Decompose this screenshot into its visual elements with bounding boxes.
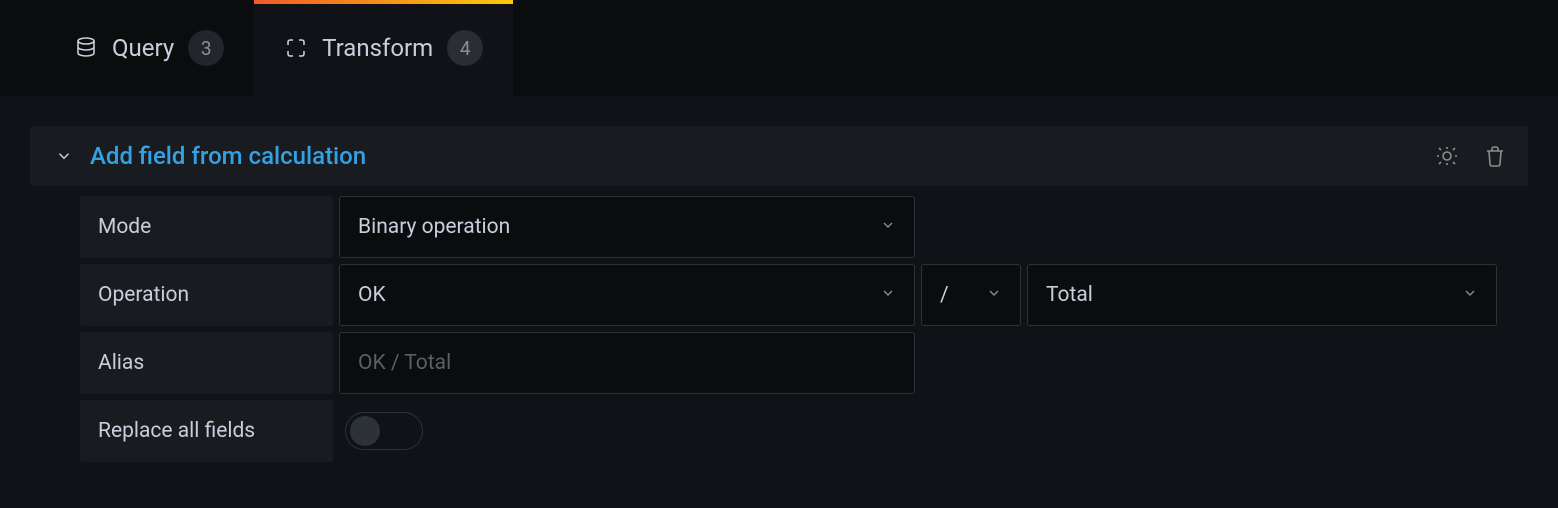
- label-alias: Alias: [80, 332, 333, 394]
- tab-query-count: 3: [188, 30, 224, 66]
- transform-icon: [284, 36, 308, 60]
- operation-left-value: OK: [358, 283, 880, 307]
- transform-header[interactable]: Add field from calculation: [30, 126, 1528, 186]
- toggle-wrap: [339, 400, 423, 462]
- database-icon: [74, 36, 98, 60]
- toggle-knob: [350, 416, 380, 446]
- transform-panel: Add field from calculation Mode Binary o…: [0, 96, 1558, 508]
- label-replace: Replace all fields: [80, 400, 333, 462]
- tab-transform[interactable]: Transform 4: [254, 0, 513, 96]
- chevron-down-icon: [50, 147, 78, 165]
- select-operation-left[interactable]: OK: [339, 264, 915, 326]
- row-mode: Mode Binary operation: [80, 196, 1528, 258]
- select-operator[interactable]: /: [921, 264, 1021, 326]
- row-alias: Alias OK / Total: [80, 332, 1528, 394]
- tab-query[interactable]: Query 3: [44, 0, 254, 96]
- trash-icon[interactable]: [1482, 143, 1508, 169]
- transform-actions: [1434, 143, 1508, 169]
- chevron-down-icon: [880, 215, 896, 239]
- chevron-down-icon: [1462, 283, 1478, 307]
- toggle-replace-all-fields[interactable]: [345, 412, 423, 450]
- alias-placeholder: OK / Total: [358, 351, 451, 375]
- tab-transform-label: Transform: [322, 34, 433, 62]
- operation-right-value: Total: [1046, 283, 1462, 307]
- input-alias[interactable]: OK / Total: [339, 332, 915, 394]
- tab-query-label: Query: [112, 34, 174, 62]
- chevron-down-icon: [880, 283, 896, 307]
- editor-tabs: Query 3 Transform 4: [0, 0, 1558, 96]
- label-operation: Operation: [80, 264, 333, 326]
- operator-value: /: [940, 283, 972, 307]
- debug-icon[interactable]: [1434, 143, 1460, 169]
- row-operation: Operation OK / Total: [80, 264, 1528, 326]
- chevron-down-icon: [986, 283, 1002, 307]
- select-operation-right[interactable]: Total: [1027, 264, 1497, 326]
- tab-transform-count: 4: [447, 30, 483, 66]
- select-mode[interactable]: Binary operation: [339, 196, 915, 258]
- select-mode-value: Binary operation: [358, 215, 880, 239]
- label-mode: Mode: [80, 196, 333, 258]
- transform-form: Mode Binary operation Operation OK / Tot…: [30, 196, 1528, 462]
- transform-title: Add field from calculation: [90, 142, 1434, 170]
- row-replace: Replace all fields: [80, 400, 1528, 462]
